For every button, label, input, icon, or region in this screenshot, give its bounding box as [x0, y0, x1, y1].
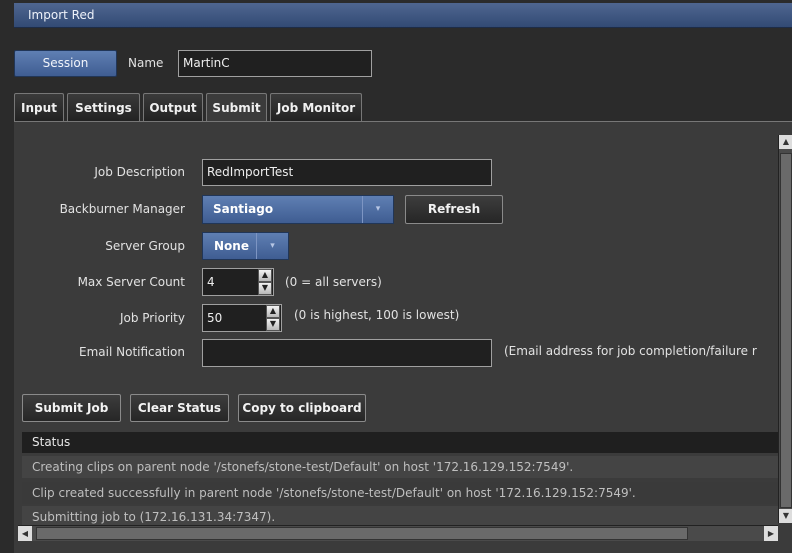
triangle-up-icon[interactable]: ▲: [266, 305, 280, 318]
scrollbar-thumb[interactable]: [36, 527, 688, 540]
status-row-text: Clip created successfully in parent node…: [32, 486, 636, 500]
tab-settings[interactable]: Settings: [67, 93, 140, 121]
tab-job-monitor-label: Job Monitor: [276, 101, 356, 115]
chevron-down-icon: ▾: [362, 196, 393, 223]
tab-submit[interactable]: Submit: [206, 93, 267, 123]
vertical-scrollbar[interactable]: ▲ ▼: [778, 135, 792, 523]
tab-job-monitor[interactable]: Job Monitor: [270, 93, 362, 121]
chevron-down-icon: ▾: [256, 233, 288, 259]
server-group-label: Server Group: [105, 239, 185, 253]
backburner-manager-label: Backburner Manager: [59, 202, 185, 216]
tab-submit-label: Submit: [212, 101, 261, 115]
status-header: Status: [22, 432, 778, 453]
tab-output[interactable]: Output: [143, 93, 203, 121]
server-group-dropdown[interactable]: None ▾: [202, 232, 289, 260]
job-description-field[interactable]: RedImportTest: [202, 159, 492, 186]
triangle-up-icon[interactable]: ▲: [258, 269, 272, 282]
email-notification-hint: (Email address for job completion/failur…: [504, 344, 757, 358]
job-description-label: Job Description: [94, 165, 185, 179]
status-row-text: Submitting job to (172.16.131.34:7347).: [32, 510, 276, 524]
job-priority-value: 50: [207, 311, 223, 325]
clear-status-label: Clear Status: [137, 401, 222, 415]
backburner-manager-value: Santiago: [213, 202, 274, 216]
backburner-manager-dropdown[interactable]: Santiago ▾: [202, 195, 394, 224]
max-server-count-label: Max Server Count: [77, 275, 185, 289]
email-notification-field[interactable]: [202, 339, 492, 367]
status-row-text: Creating clips on parent node '/stonefs/…: [32, 460, 574, 474]
server-group-value: None: [214, 239, 249, 253]
list-item[interactable]: Submitting job to (172.16.131.34:7347).: [22, 506, 778, 525]
max-server-count-value: 4: [207, 275, 215, 289]
name-field-value: MartinC: [183, 56, 230, 70]
clear-status-button[interactable]: Clear Status: [130, 394, 229, 422]
triangle-right-icon[interactable]: ▶: [764, 526, 778, 541]
submit-job-label: Submit Job: [34, 401, 109, 415]
triangle-down-icon[interactable]: ▼: [258, 282, 272, 295]
triangle-down-icon[interactable]: ▼: [779, 509, 792, 523]
list-item[interactable]: Creating clips on parent node '/stonefs/…: [22, 456, 778, 478]
tab-input[interactable]: Input: [14, 93, 64, 121]
refresh-button[interactable]: Refresh: [405, 195, 503, 224]
tab-output-label: Output: [149, 101, 197, 115]
session-button-label: Session: [42, 56, 89, 70]
triangle-left-icon[interactable]: ◀: [18, 526, 32, 541]
name-field[interactable]: MartinC: [178, 50, 372, 77]
job-priority-label: Job Priority: [119, 311, 185, 325]
max-server-count-hint: (0 = all servers): [285, 275, 382, 289]
scrollbar-thumb[interactable]: [780, 153, 792, 508]
horizontal-scrollbar[interactable]: ◀ ▶: [18, 525, 778, 541]
job-priority-hint: (0 is highest, 100 is lowest): [294, 308, 460, 322]
session-button[interactable]: Session: [14, 50, 117, 77]
submit-job-button[interactable]: Submit Job: [22, 394, 121, 422]
copy-to-clipboard-button[interactable]: Copy to clipboard: [238, 394, 366, 422]
copy-to-clipboard-label: Copy to clipboard: [242, 401, 362, 415]
tab-input-label: Input: [21, 101, 57, 115]
list-item[interactable]: Clip created successfully in parent node…: [22, 482, 778, 504]
window-title-bar: Import Red: [14, 3, 792, 28]
refresh-button-label: Refresh: [427, 202, 481, 216]
tab-settings-label: Settings: [75, 101, 132, 115]
email-notification-label: Email Notification: [79, 345, 185, 359]
triangle-down-icon[interactable]: ▼: [266, 318, 280, 331]
job-description-value: RedImportTest: [207, 165, 294, 179]
name-label: Name: [128, 56, 164, 70]
status-header-label: Status: [32, 435, 71, 449]
window-title: Import Red: [28, 8, 95, 22]
triangle-up-icon[interactable]: ▲: [779, 135, 792, 149]
